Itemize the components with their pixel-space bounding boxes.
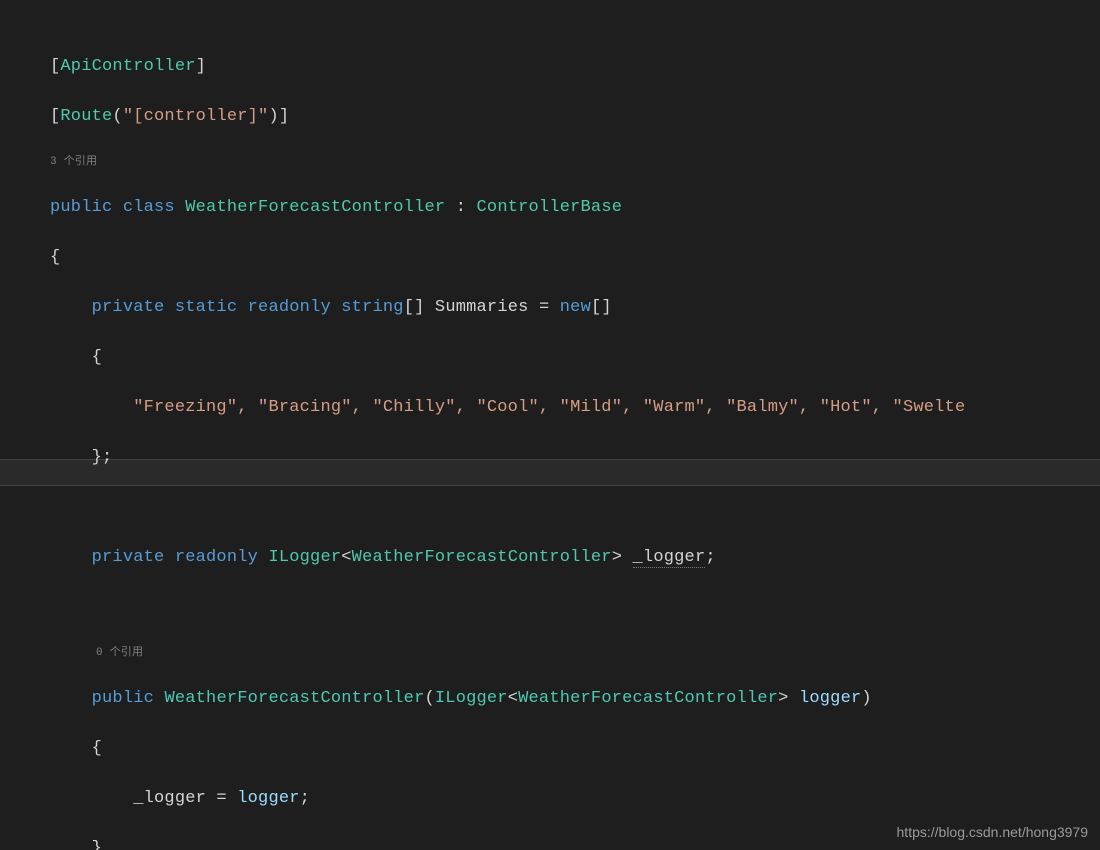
code-line[interactable]: {: [0, 245, 1100, 270]
code-area[interactable]: [ApiController] [Route("[controller]")] …: [0, 0, 1100, 850]
code-line[interactable]: public class WeatherForecastController :…: [0, 195, 1100, 220]
watermark-text: https://blog.csdn.net/hong3979: [897, 824, 1088, 840]
code-line[interactable]: [Route("[controller]")]: [0, 104, 1100, 129]
code-line[interactable]: [0, 595, 1100, 620]
code-line[interactable]: public WeatherForecastController(ILogger…: [0, 686, 1100, 711]
code-line[interactable]: {: [0, 736, 1100, 761]
code-line[interactable]: private static readonly string[] Summari…: [0, 295, 1100, 320]
code-line[interactable]: };: [0, 445, 1100, 470]
code-line[interactable]: [0, 495, 1100, 520]
code-line[interactable]: private readonly ILogger<WeatherForecast…: [0, 545, 1100, 570]
codelens-references[interactable]: 0 个引用: [0, 646, 1100, 660]
code-line[interactable]: {: [0, 345, 1100, 370]
codelens-references[interactable]: 3 个引用: [0, 155, 1100, 169]
code-line[interactable]: [ApiController]: [0, 54, 1100, 79]
code-editor[interactable]: [ApiController] [Route("[controller]")] …: [0, 0, 1100, 850]
code-line[interactable]: "Freezing", "Bracing", "Chilly", "Cool",…: [0, 395, 1100, 420]
code-line[interactable]: _logger = logger;: [0, 786, 1100, 811]
